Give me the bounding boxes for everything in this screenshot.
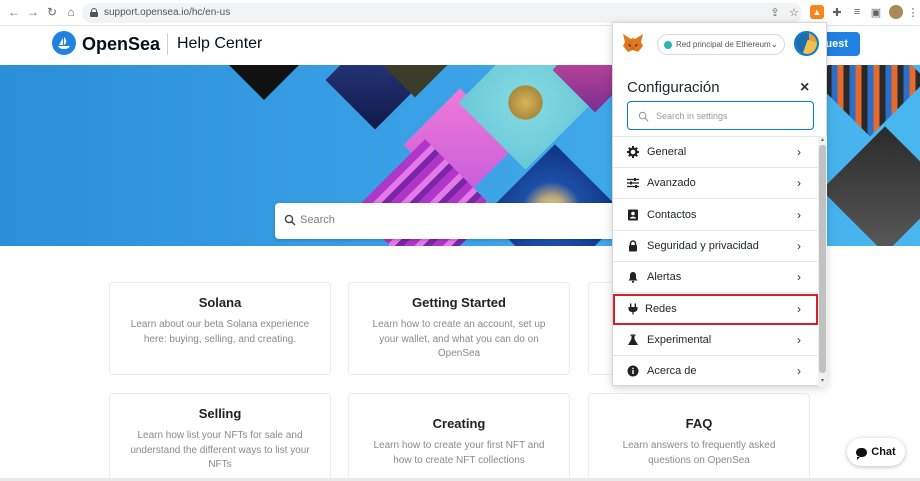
- settings-item-label: General: [647, 146, 687, 158]
- close-icon[interactable]: ×: [800, 79, 809, 97]
- settings-item-redes[interactable]: Redes ›: [613, 293, 818, 325]
- chevron-right-icon: ›: [797, 364, 801, 379]
- settings-item-seguridad[interactable]: Seguridad y privacidad ›: [613, 231, 818, 262]
- chat-label: Chat: [871, 446, 896, 458]
- chevron-right-icon: ›: [797, 301, 801, 316]
- card-description: Learn how list your NFTs for sale and un…: [130, 430, 310, 470]
- card-title: FAQ: [685, 416, 713, 431]
- address-bar[interactable]: support.opensea.io/hc/en-us: [82, 3, 802, 23]
- settings-item-experimental[interactable]: Experimental ›: [613, 325, 818, 356]
- category-card-selling[interactable]: Selling Learn how list your NFTs for sal…: [109, 393, 331, 481]
- card-description: Learn how to create your first NFT and h…: [373, 440, 545, 466]
- flask-icon: [628, 334, 638, 345]
- card-title: Solana: [198, 295, 242, 310]
- settings-item-contactos[interactable]: Contactos ›: [613, 200, 818, 231]
- chevron-right-icon: ›: [797, 176, 801, 191]
- account-avatar[interactable]: [794, 31, 819, 56]
- card-description: Learn about our beta Solana experience h…: [130, 319, 310, 345]
- chevron-right-icon: ›: [797, 270, 801, 285]
- settings-item-alertas[interactable]: Alertas ›: [613, 262, 818, 294]
- back-icon[interactable]: ←: [6, 4, 22, 20]
- reading-list-icon[interactable]: ≡: [850, 5, 864, 19]
- nft-art-tile: [821, 126, 920, 246]
- help-search-input[interactable]: Search: [275, 203, 615, 239]
- settings-item-label: Alertas: [647, 271, 682, 284]
- info-icon: [627, 365, 639, 377]
- metamask-extension-icon[interactable]: ▲: [810, 5, 824, 19]
- settings-item-label: Redes: [645, 302, 677, 315]
- metamask-fox-icon[interactable]: [622, 33, 644, 53]
- contact-book-icon: [628, 209, 638, 221]
- gear-icon: [627, 146, 639, 158]
- share-icon[interactable]: ⇪: [768, 5, 782, 19]
- nft-art-tile: [813, 65, 920, 137]
- bookmark-star-icon[interactable]: ☆: [787, 5, 801, 19]
- card-description: Learn answers to frequently asked questi…: [622, 440, 776, 466]
- plug-icon: [628, 303, 638, 314]
- card-title: Creating: [432, 416, 486, 431]
- scroll-down-arrow-icon[interactable]: ▾: [819, 378, 826, 385]
- chevron-right-icon: ›: [797, 145, 801, 159]
- settings-item-label: Avanzado: [647, 177, 696, 190]
- brand-name[interactable]: OpenSea: [82, 34, 160, 55]
- chevron-down-icon: ⌄: [770, 39, 778, 49]
- reload-icon[interactable]: ↻: [44, 4, 60, 20]
- settings-menu: General › Avanzado › Contactos › Segurid…: [613, 136, 818, 387]
- settings-item-label: Contactos: [647, 208, 697, 221]
- opensea-logo-icon[interactable]: [52, 31, 76, 55]
- home-icon[interactable]: ⌂: [63, 4, 79, 20]
- header-divider: [167, 33, 168, 55]
- menu-kebab-icon[interactable]: ⋮: [906, 5, 920, 19]
- settings-item-label: Acerca de: [647, 365, 697, 378]
- settings-item-label: Seguridad y privacidad: [647, 239, 759, 252]
- help-center-title[interactable]: Help Center: [177, 35, 262, 53]
- lock-icon: [90, 8, 98, 17]
- chevron-right-icon: ›: [797, 207, 801, 222]
- card-description: Learn how to create an account, set up y…: [372, 319, 546, 359]
- lock-icon: [629, 240, 637, 252]
- network-status-dot: [664, 41, 672, 49]
- search-icon: [638, 111, 649, 122]
- network-selector[interactable]: Red principal de Ethereum ⌄: [657, 34, 785, 55]
- metamask-popup: Red principal de Ethereum ⌄ Configuració…: [612, 22, 827, 387]
- settings-search-input[interactable]: [656, 106, 806, 126]
- category-card-solana[interactable]: Solana Learn about our beta Solana exper…: [109, 282, 331, 375]
- settings-item-label: Experimental: [647, 333, 712, 346]
- settings-item-acerca-de[interactable]: Acerca de ›: [613, 356, 818, 387]
- url-text: support.opensea.io/hc/en-us: [104, 7, 231, 18]
- chevron-right-icon: ›: [797, 332, 801, 347]
- settings-item-general[interactable]: General ›: [613, 137, 818, 168]
- nft-art-tile: [222, 65, 306, 101]
- scroll-up-arrow-icon[interactable]: ▴: [819, 137, 826, 144]
- chat-button[interactable]: Chat: [847, 438, 905, 466]
- settings-search-field[interactable]: [627, 101, 814, 130]
- scrollbar-thumb[interactable]: [819, 145, 826, 373]
- profile-avatar[interactable]: [889, 5, 903, 19]
- card-title: Getting Started: [412, 295, 506, 310]
- category-card-creating[interactable]: Creating Learn how to create your first …: [348, 393, 570, 481]
- settings-item-avanzado[interactable]: Avanzado ›: [613, 168, 818, 200]
- chat-bubble-icon: [856, 447, 868, 460]
- forward-icon[interactable]: →: [25, 4, 41, 20]
- bell-icon: [628, 272, 638, 284]
- card-title: Selling: [198, 406, 242, 421]
- extensions-puzzle-icon[interactable]: ✚: [830, 5, 844, 19]
- network-name: Red principal de Ethereum: [676, 40, 771, 49]
- search-placeholder: Search: [300, 214, 335, 226]
- sliders-icon: [627, 178, 639, 189]
- chevron-right-icon: ›: [797, 238, 801, 253]
- search-icon: [284, 214, 296, 226]
- category-card-getting-started[interactable]: Getting Started Learn how to create an a…: [348, 282, 570, 375]
- side-panel-icon[interactable]: ▣: [869, 5, 883, 19]
- settings-title: Configuración: [627, 79, 720, 96]
- category-card-faq[interactable]: FAQ Learn answers to frequently asked qu…: [588, 393, 810, 481]
